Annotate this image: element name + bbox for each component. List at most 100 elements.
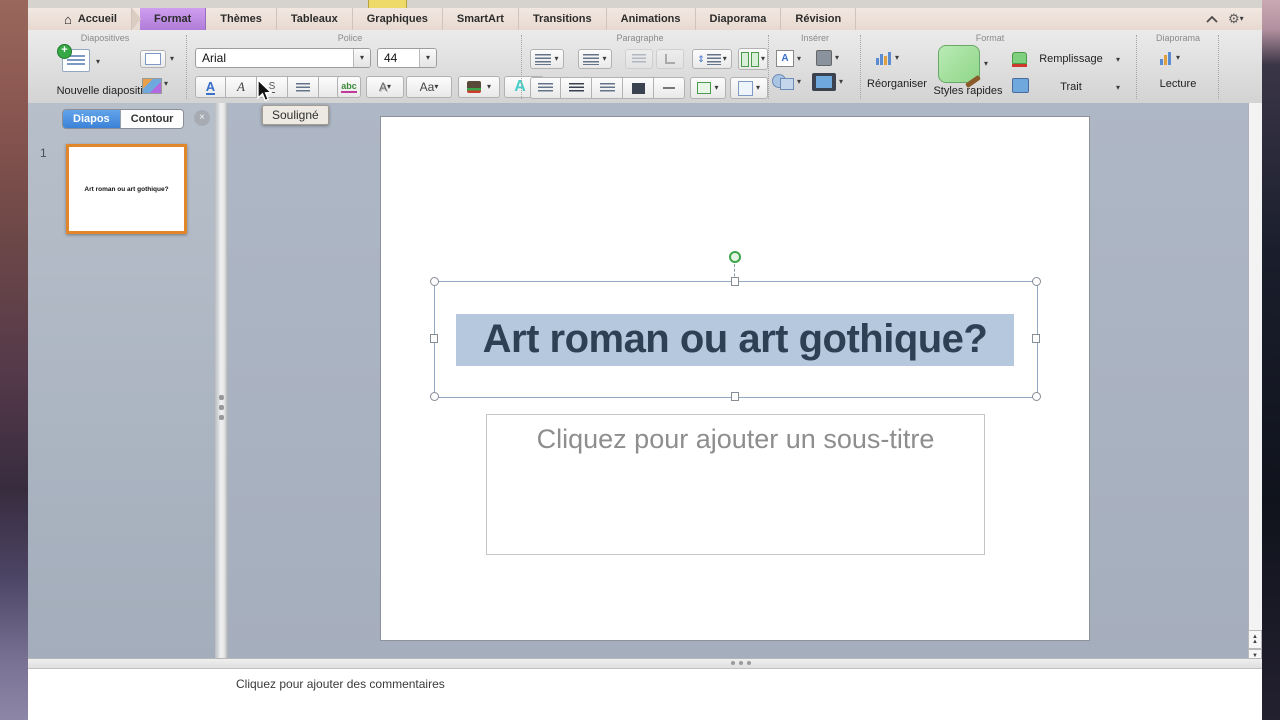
text-highlight-button[interactable]: ▾ xyxy=(458,76,500,98)
insert-header-footer-button[interactable]: ▾ xyxy=(816,50,839,66)
change-case-button[interactable]: Aa ▾ xyxy=(406,76,452,98)
align-right-button[interactable] xyxy=(592,77,623,99)
columns-button[interactable]: ▾ xyxy=(738,48,768,70)
resize-handle-sw[interactable] xyxy=(430,392,439,401)
resize-handle-e[interactable] xyxy=(1032,334,1040,343)
text-shadow-button[interactable]: A ▾ xyxy=(366,76,404,98)
numbered-list-icon xyxy=(583,54,599,65)
layout-dropdown[interactable]: ▾ xyxy=(170,55,174,63)
tab-diapos[interactable]: Diapos xyxy=(63,110,120,128)
tab-themes[interactable]: Thèmes xyxy=(206,8,277,30)
change-case-icon: Aa xyxy=(420,80,435,94)
insert-shape-button[interactable]: ▾ xyxy=(772,74,801,90)
font-style-segment: A A S xyxy=(195,76,350,98)
vertical-scrollbar[interactable] xyxy=(1248,103,1262,630)
tab-label: Format xyxy=(154,13,191,25)
arrange-button[interactable]: ▾ xyxy=(876,51,899,65)
resize-handle-ne[interactable] xyxy=(1032,277,1041,286)
double-up-arrow-icon: ▲▲ xyxy=(1252,635,1258,645)
tab-accueil[interactable]: ⌂ Accueil xyxy=(50,8,132,30)
spacing-lines-icon xyxy=(707,54,721,65)
ribbon-tabs: ⌂ Accueil Format Thèmes Tableaux Graphiq… xyxy=(50,8,856,30)
chevron-down-icon: ▾ xyxy=(1176,54,1180,62)
font-size-combo[interactable]: 44 ▾ xyxy=(377,48,437,68)
close-panel-button[interactable]: × xyxy=(194,110,210,126)
increase-indent-button[interactable] xyxy=(656,49,684,69)
numbering-button[interactable]: ▾ xyxy=(578,49,612,69)
resize-handle-n[interactable] xyxy=(731,277,739,286)
theme-colors-button[interactable] xyxy=(142,78,162,94)
tab-graphiques[interactable]: Graphiques xyxy=(353,8,443,30)
new-slide-dropdown[interactable]: ▾ xyxy=(96,58,100,66)
insert-textbox-button[interactable]: A ▾ xyxy=(776,50,801,67)
ribbon-settings-button[interactable]: ⚙▾ xyxy=(1228,10,1244,28)
resize-handle-w[interactable] xyxy=(430,334,438,343)
tab-diaporama[interactable]: Diaporama xyxy=(696,8,782,30)
chevron-down-icon: ▾ xyxy=(360,54,364,62)
chevron-down-icon: ▾ xyxy=(761,55,765,63)
desktop-wallpaper-right xyxy=(1262,0,1280,720)
strikethrough-button[interactable] xyxy=(288,76,319,98)
slide-layout-button[interactable] xyxy=(140,50,166,68)
tab-label: Transitions xyxy=(533,13,592,25)
new-slide-button[interactable]: + xyxy=(62,49,90,72)
resize-handle-se[interactable] xyxy=(1032,392,1041,401)
resize-handle-s[interactable] xyxy=(731,392,739,401)
theme-colors-dropdown[interactable]: ▾ xyxy=(164,80,168,88)
chevron-down-icon: ▾ xyxy=(434,83,438,91)
panel-resize-handle[interactable] xyxy=(215,103,228,658)
fill-chip-icon xyxy=(1012,52,1027,67)
font-color-icon: A xyxy=(514,78,526,96)
insert-media-button[interactable]: ▾ xyxy=(812,73,843,91)
tab-transitions[interactable]: Transitions xyxy=(519,8,607,30)
text-direction-button[interactable]: ▾ xyxy=(690,77,726,99)
collapse-ribbon-button[interactable] xyxy=(1206,10,1218,28)
alignment-segment xyxy=(530,77,685,99)
tab-smartart[interactable]: SmartArt xyxy=(443,8,519,30)
previous-slide-button[interactable]: ▲▲ xyxy=(1248,630,1262,649)
tab-contour[interactable]: Contour xyxy=(120,110,184,128)
tab-tableaux[interactable]: Tableaux xyxy=(277,8,353,30)
align-right-icon xyxy=(600,83,615,93)
align-center-button[interactable] xyxy=(561,77,592,99)
tab-label: SmartArt xyxy=(457,13,504,25)
bold-button[interactable]: A xyxy=(195,76,226,98)
tab-animations[interactable]: Animations xyxy=(607,8,696,30)
font-size-value: 44 xyxy=(378,51,419,65)
italic-button[interactable]: A xyxy=(226,76,257,98)
align-left-button[interactable] xyxy=(530,77,561,99)
font-family-dropdown[interactable]: ▾ xyxy=(353,49,370,67)
distribute-button[interactable] xyxy=(654,77,685,99)
slide-number: 1 xyxy=(40,146,47,160)
rotation-handle[interactable] xyxy=(729,251,741,263)
columns-icon xyxy=(741,52,759,67)
bullet-list-icon xyxy=(535,54,551,65)
tab-format[interactable]: Format xyxy=(140,8,206,30)
line-dropdown[interactable]: ▾ xyxy=(1116,84,1120,92)
font-family-combo[interactable]: Arial ▾ xyxy=(195,48,371,68)
slide-thumbnail[interactable]: Art roman ou art gothique? xyxy=(66,144,187,234)
line-spacing-button[interactable]: ⇕ ▾ xyxy=(692,49,732,69)
font-size-dropdown[interactable]: ▾ xyxy=(419,49,436,67)
play-slideshow-button[interactable]: ▾ xyxy=(1160,51,1180,65)
group-label-inserer: Insérer xyxy=(770,33,860,43)
resize-handle-nw[interactable] xyxy=(430,277,439,286)
align-text-button[interactable]: ▾ xyxy=(730,77,768,99)
justify-button[interactable] xyxy=(623,77,654,99)
bullets-button[interactable]: ▾ xyxy=(530,49,564,69)
shapes-icon xyxy=(772,74,794,90)
media-icon xyxy=(812,73,836,91)
shadow-icon: A xyxy=(379,80,387,94)
slide-title[interactable]: Art roman ou art gothique? xyxy=(434,296,1036,382)
tab-label: Animations xyxy=(621,13,681,25)
tab-revision[interactable]: Révision xyxy=(781,8,856,30)
group-label-diaporama: Diaporama xyxy=(1138,33,1218,43)
decrease-indent-button[interactable] xyxy=(625,49,653,69)
quick-styles-button[interactable]: ▾ xyxy=(938,45,988,83)
group-separator xyxy=(1136,35,1137,99)
notes-pane[interactable]: Cliquez pour ajouter des commentaires xyxy=(28,668,1262,720)
chevron-down-icon: ▾ xyxy=(426,54,430,62)
spelling-abc-button[interactable]: abc xyxy=(337,76,361,98)
fill-dropdown[interactable]: ▾ xyxy=(1116,56,1120,64)
tab-label: Tableaux xyxy=(291,13,338,25)
